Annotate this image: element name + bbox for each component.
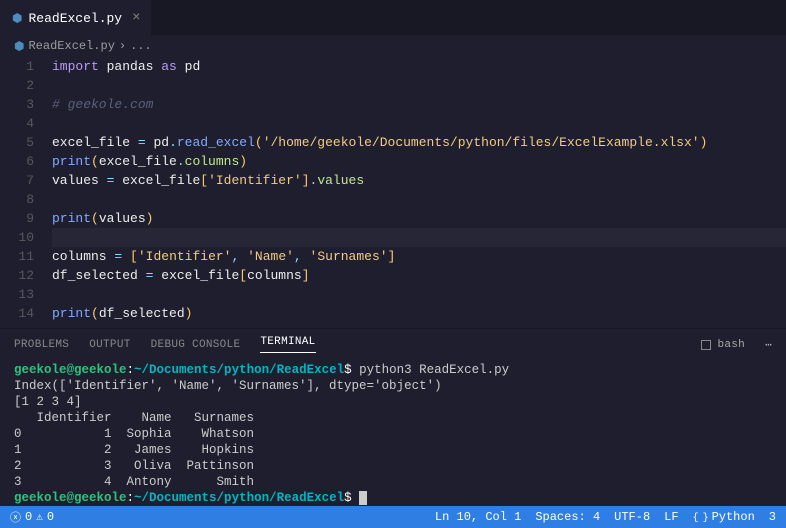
status-position[interactable]: Ln 10, Col 1 — [435, 510, 521, 524]
panel-tab-bar: PROBLEMS OUTPUT DEBUG CONSOLE TERMINAL b… — [0, 328, 786, 360]
breadcrumb-separator: › — [119, 39, 126, 53]
close-icon[interactable]: × — [132, 10, 140, 26]
status-language[interactable]: Python — [693, 510, 755, 524]
terminal[interactable]: geekole@geekole:~/Documents/python/ReadE… — [0, 360, 786, 506]
panel-tab-debug[interactable]: DEBUG CONSOLE — [151, 339, 241, 351]
panel-tab-output[interactable]: OUTPUT — [89, 339, 130, 351]
braces-icon — [693, 510, 708, 524]
breadcrumb-more: ... — [130, 39, 152, 53]
code-line[interactable] — [52, 228, 786, 247]
shell-box-icon — [701, 340, 711, 350]
editor-tab[interactable]: ⬢ ReadExcel.py × — [0, 0, 152, 35]
panel-tab-problems[interactable]: PROBLEMS — [14, 339, 69, 351]
terminal-cursor — [359, 491, 367, 505]
status-eol[interactable]: LF — [664, 510, 678, 524]
code-line[interactable]: values = excel_file['Identifier'].values — [52, 171, 786, 190]
status-spaces[interactable]: Spaces: 4 — [535, 510, 600, 524]
panel-tab-terminal[interactable]: TERMINAL — [260, 336, 315, 353]
code-line[interactable]: print(df_selected) — [52, 304, 786, 323]
line-number: 9 — [0, 209, 34, 228]
code-line[interactable] — [52, 190, 786, 209]
line-number: 1 — [0, 57, 34, 76]
line-number: 2 — [0, 76, 34, 95]
line-number: 5 — [0, 133, 34, 152]
line-number: 4 — [0, 114, 34, 133]
line-number: 3 — [0, 95, 34, 114]
error-icon — [10, 509, 21, 525]
code-line[interactable]: print(values) — [52, 209, 786, 228]
status-bar: 0 0 Ln 10, Col 1 Spaces: 4 UTF-8 LF Pyth… — [0, 506, 786, 528]
panel-more-icon[interactable]: ⋯ — [765, 338, 772, 352]
status-encoding[interactable]: UTF-8 — [614, 510, 650, 524]
line-number: 12 — [0, 266, 34, 285]
code-line[interactable]: df_selected = excel_file[columns] — [52, 266, 786, 285]
status-warnings[interactable]: 0 — [36, 510, 54, 524]
code-line[interactable] — [52, 285, 786, 304]
breadcrumb[interactable]: ⬢ ReadExcel.py › ... — [0, 35, 786, 57]
warning-icon — [36, 510, 43, 524]
python-icon: ⬢ — [14, 39, 24, 54]
status-notifications[interactable]: 3 — [769, 510, 776, 524]
status-errors[interactable]: 0 — [10, 509, 32, 525]
shell-indicator[interactable]: bash — [701, 339, 745, 351]
breadcrumb-file: ReadExcel.py — [28, 39, 114, 53]
tab-filename: ReadExcel.py — [28, 11, 122, 26]
tab-bar: ⬢ ReadExcel.py × — [0, 0, 786, 35]
code-line[interactable] — [52, 114, 786, 133]
code-line[interactable] — [52, 76, 786, 95]
code-line[interactable]: # geekole.com — [52, 95, 786, 114]
code-line[interactable]: import pandas as pd — [52, 57, 786, 76]
code-line[interactable]: excel_file = pd.read_excel('/home/geekol… — [52, 133, 786, 152]
line-number: 8 — [0, 190, 34, 209]
code-editor[interactable]: 1234567891011121314 import pandas as pd#… — [0, 57, 786, 328]
code-content[interactable]: import pandas as pd # geekole.com excel_fi… — [52, 57, 786, 328]
shell-name: bash — [717, 339, 745, 351]
line-number: 6 — [0, 152, 34, 171]
code-line[interactable]: columns = ['Identifier', 'Name', 'Surnam… — [52, 247, 786, 266]
line-numbers: 1234567891011121314 — [0, 57, 52, 328]
line-number: 7 — [0, 171, 34, 190]
python-icon: ⬢ — [12, 11, 22, 26]
line-number: 14 — [0, 304, 34, 323]
line-number: 13 — [0, 285, 34, 304]
line-number: 11 — [0, 247, 34, 266]
code-line[interactable]: print(excel_file.columns) — [52, 152, 786, 171]
line-number: 10 — [0, 228, 34, 247]
